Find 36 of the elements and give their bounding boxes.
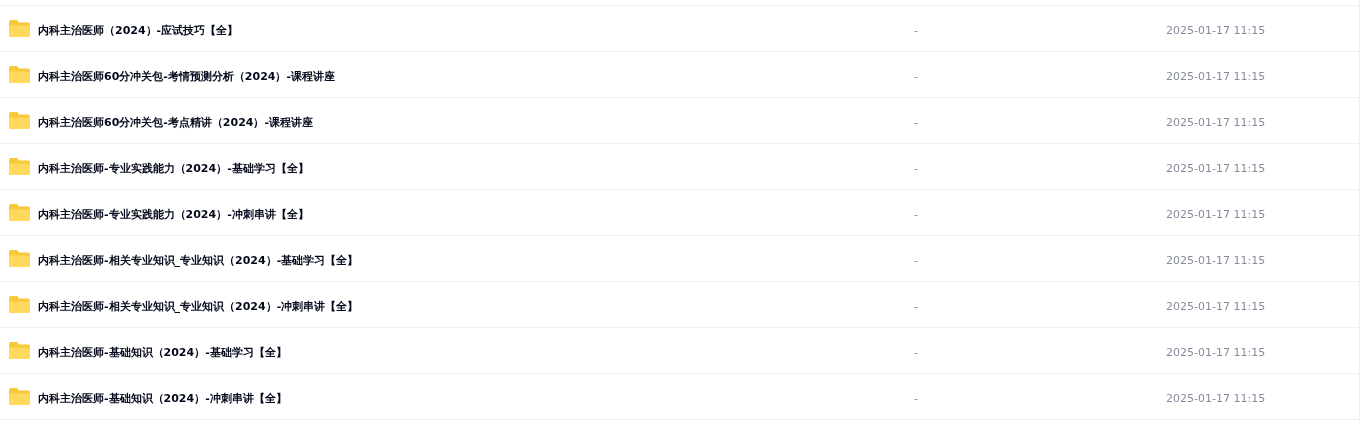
folder-icon <box>8 203 31 222</box>
folder-name[interactable]: 内科主治医师-相关专业知识_专业知识（2024）-冲刺串讲【全】 <box>38 299 359 313</box>
modified-time: 2025-01-17 11:15 <box>1166 161 1266 175</box>
folder-name[interactable]: 内科主治医师-基础知识（2024）-基础学习【全】 <box>38 345 287 359</box>
folder-icon <box>8 341 31 360</box>
folder-name[interactable]: 内科主治医师60分冲关包-考情预测分析（2024）-课程讲座 <box>38 69 336 83</box>
size-cell: - <box>914 23 918 37</box>
modified-time: 2025-01-17 11:15 <box>1166 69 1266 83</box>
folder-icon <box>8 295 31 314</box>
folder-name[interactable]: 内科主治医师-专业实践能力（2024）-基础学习【全】 <box>38 161 309 175</box>
folder-icon <box>8 157 31 176</box>
modified-time: 2025-01-17 11:15 <box>1166 207 1266 221</box>
folder-icon <box>8 249 31 268</box>
size-cell: - <box>914 391 918 405</box>
size-cell: - <box>914 299 918 313</box>
modified-time: 2025-01-17 11:15 <box>1166 345 1266 359</box>
folder-name[interactable]: 内科主治医师-相关专业知识_专业知识（2024）-基础学习【全】 <box>38 253 359 267</box>
size-cell: - <box>914 69 918 83</box>
folder-icon <box>8 387 31 406</box>
folder-name[interactable]: 内科主治医师60分冲关包-考点精讲（2024）-课程讲座 <box>38 115 314 129</box>
size-cell: - <box>914 345 918 359</box>
size-cell: - <box>914 253 918 267</box>
folder-name[interactable]: 内科主治医师（2024）-应试技巧【全】 <box>38 23 239 37</box>
folder-icon <box>8 19 31 38</box>
modified-time: 2025-01-17 11:15 <box>1166 391 1266 405</box>
modified-time: 2025-01-17 11:15 <box>1166 299 1266 313</box>
size-cell: - <box>914 161 918 175</box>
folder-icon <box>8 111 31 130</box>
size-cell: - <box>914 115 918 129</box>
modified-time: 2025-01-17 11:15 <box>1166 115 1266 129</box>
folder-name[interactable]: 内科主治医师-专业实践能力（2024）-冲刺串讲【全】 <box>38 207 309 221</box>
modified-time: 2025-01-17 11:15 <box>1166 253 1266 267</box>
size-cell: - <box>914 207 918 221</box>
folder-name[interactable]: 内科主治医师-基础知识（2024）-冲刺串讲【全】 <box>38 391 287 405</box>
modified-time: 2025-01-17 11:15 <box>1166 23 1266 37</box>
folder-icon <box>8 65 31 84</box>
